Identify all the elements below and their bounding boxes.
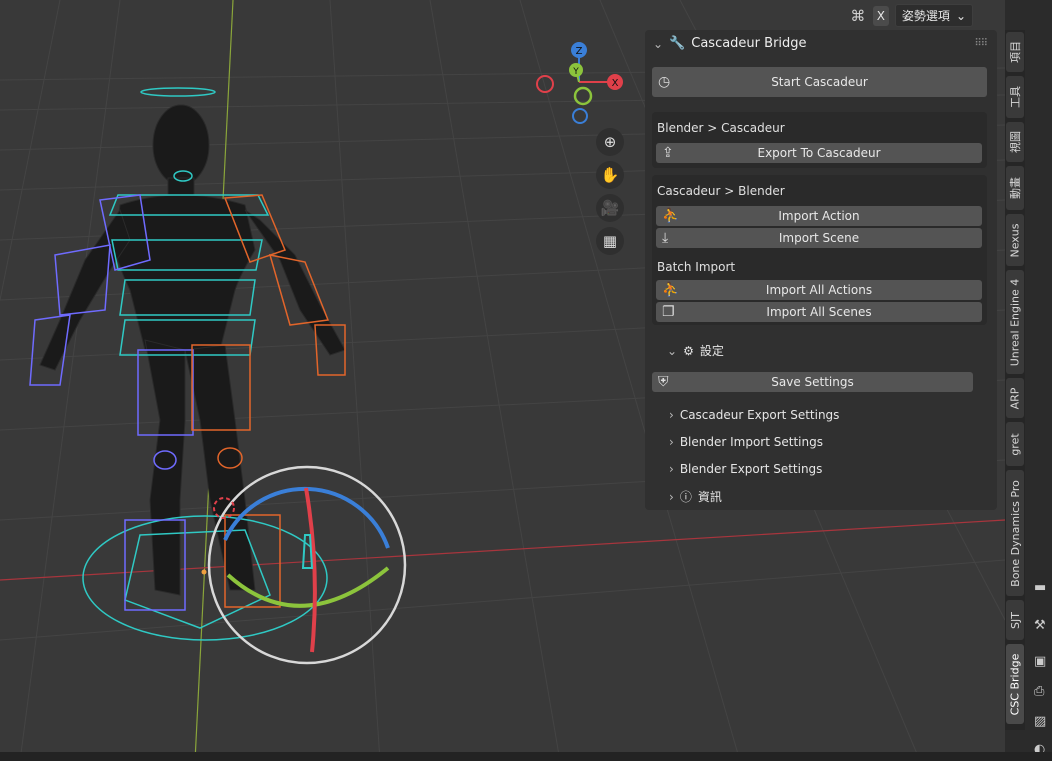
import-all-scenes-label: Import All Scenes <box>766 305 872 319</box>
blender-import-settings-subpanel[interactable]: › Blender Import Settings <box>669 435 823 449</box>
wrench-icon: 🔧 <box>669 36 686 51</box>
section-label: Batch Import <box>657 260 736 274</box>
blender-export-settings-subpanel[interactable]: › Blender Export Settings <box>669 462 822 476</box>
image-icon[interactable]: ▨ <box>1034 714 1050 730</box>
gizmo-x-label: X <box>612 78 619 89</box>
start-cascadeur-button[interactable]: ◷ Start Cascadeur <box>652 67 987 97</box>
chevron-right-icon: › <box>669 462 674 476</box>
save-settings-button[interactable]: ⛨ Save Settings <box>652 372 973 392</box>
viewport-header: ⌘ X 姿勢選項 ⌄ <box>849 4 973 27</box>
tab-bone-dynamics-pro[interactable]: Bone Dynamics Pro <box>1006 470 1024 596</box>
tab-label: gret <box>1008 432 1022 456</box>
subpanel-label: Blender Import Settings <box>679 435 823 449</box>
tab-label: 工具 <box>1009 86 1022 108</box>
subpanel-label: Cascadeur Export Settings <box>679 408 840 422</box>
status-bar <box>0 752 1052 761</box>
section-label: Cascadeur > Blender <box>657 184 785 198</box>
panel-title: Cascadeur Bridge <box>691 36 807 51</box>
export-section: Blender > Cascadeur ⇪ Export To Cascadeu… <box>652 112 987 168</box>
tab-csc-bridge[interactable]: CSC Bridge <box>1006 644 1024 724</box>
multi-figure-icon: ⛹ <box>662 282 680 298</box>
sidebar-tab-strip: 項目 工具 視圖 動畫 Nexus Unreal Engine 4 ARP gr… <box>1005 30 1025 730</box>
pan-hand-icon[interactable]: ✋ <box>596 161 624 189</box>
chevron-down-icon: ⌄ <box>955 8 966 23</box>
properties-editor-strip: ▬ ⚒ ▣ ⎙ ▨ ◐ <box>1030 570 1052 761</box>
cascadeur-bridge-panel: ⌄ 🔧 Cascadeur Bridge ⠿⠿ ◷ Start Cascadeu… <box>645 30 997 510</box>
import-all-scenes-button[interactable]: ❐ Import All Scenes <box>656 302 982 322</box>
chevron-right-icon: › <box>669 435 674 449</box>
x-mirror-toggle[interactable]: X <box>872 5 889 26</box>
start-cascadeur-label: Start Cascadeur <box>771 75 868 89</box>
gizmo-y-label: Y <box>572 67 579 77</box>
globe-icon: ◷ <box>658 74 671 90</box>
cascadeur-export-settings-subpanel[interactable]: › Cascadeur Export Settings <box>669 408 839 422</box>
tab-label: 視圖 <box>1009 131 1022 153</box>
zoom-icon[interactable]: ⊕ <box>596 128 624 156</box>
toggle-icon[interactable]: ▬ <box>1034 580 1050 596</box>
tab-label: Unreal Engine 4 <box>1008 278 1022 366</box>
render-icon[interactable]: ▣ <box>1034 654 1050 670</box>
settings-label: 設定 <box>699 344 724 358</box>
import-action-label: Import Action <box>778 209 860 223</box>
import-all-actions-label: Import All Actions <box>765 283 873 297</box>
tab-label: Bone Dynamics Pro <box>1008 479 1022 587</box>
import-all-actions-button[interactable]: ⛹ Import All Actions <box>656 280 982 300</box>
import-section: Cascadeur > Blender ⛹ Import Action ⤓ Im… <box>652 175 987 325</box>
documents-icon: ❐ <box>662 304 675 320</box>
export-label: Export To Cascadeur <box>757 146 881 160</box>
x-axis-line <box>0 519 1005 581</box>
download-icon: ⤓ <box>662 230 669 246</box>
shield-check-icon: ⛨ <box>658 374 669 390</box>
chevron-right-icon: › <box>669 489 674 504</box>
tab-arp[interactable]: ARP <box>1006 378 1024 418</box>
pose-mirror-icon[interactable]: ⌘ <box>849 7 867 25</box>
import-scene-button[interactable]: ⤓ Import Scene <box>656 228 982 248</box>
tools-icon[interactable]: ⚒ <box>1034 618 1050 634</box>
chevron-down-icon: ⌄ <box>667 343 678 358</box>
tab-label: SJT <box>1008 611 1022 629</box>
tab-sjt[interactable]: SJT <box>1006 600 1024 640</box>
info-label: 資訊 <box>697 490 722 504</box>
export-to-cascadeur-button[interactable]: ⇪ Export To Cascadeur <box>656 143 982 163</box>
output-icon[interactable]: ⎙ <box>1034 684 1050 700</box>
pose-options-label: 姿勢選項 <box>901 9 950 23</box>
settings-subpanel-header[interactable]: ⌄ ⚙ 設定 <box>667 342 724 359</box>
tab-label: 動畫 <box>1009 177 1022 199</box>
tab-nexus[interactable]: Nexus <box>1006 214 1024 266</box>
tab-item[interactable]: 項目 <box>1006 32 1024 72</box>
perspective-grid-icon[interactable]: ▦ <box>596 227 624 255</box>
navigation-gizmo[interactable]: Z X Y <box>532 40 632 125</box>
gizmo-z-label: Z <box>576 46 583 57</box>
tab-tool[interactable]: 工具 <box>1006 76 1024 118</box>
chevron-right-icon: › <box>669 408 674 422</box>
subpanel-label: Blender Export Settings <box>679 462 823 476</box>
camera-icon[interactable]: 🎥 <box>596 194 624 222</box>
info-subpanel[interactable]: › ⓘ 資訊 <box>669 488 722 505</box>
section-label: Blender > Cascadeur <box>657 121 785 135</box>
import-action-button[interactable]: ⛹ Import Action <box>656 206 982 226</box>
tab-view[interactable]: 視圖 <box>1006 122 1024 162</box>
pose-options-dropdown[interactable]: 姿勢選項 ⌄ <box>894 4 973 27</box>
import-scene-label: Import Scene <box>778 231 860 245</box>
drag-grip-icon[interactable]: ⠿⠿ <box>974 38 988 49</box>
tab-gret[interactable]: gret <box>1006 422 1024 466</box>
save-settings-label: Save Settings <box>771 375 854 389</box>
tab-label: ARP <box>1008 387 1022 409</box>
tab-unreal-engine-4[interactable]: Unreal Engine 4 <box>1006 270 1024 374</box>
panel-header[interactable]: ⌄ 🔧 Cascadeur Bridge <box>653 36 807 51</box>
tab-label: 項目 <box>1009 41 1022 63</box>
tab-label: CSC Bridge <box>1008 653 1022 715</box>
info-icon: ⓘ <box>679 490 692 504</box>
tab-label: Nexus <box>1008 222 1022 258</box>
gears-icon: ⚙ <box>683 343 694 358</box>
chevron-down-icon: ⌄ <box>653 36 664 51</box>
running-figure-icon: ⛹ <box>662 208 680 224</box>
upload-icon: ⇪ <box>662 145 674 161</box>
tab-animation[interactable]: 動畫 <box>1006 166 1024 210</box>
